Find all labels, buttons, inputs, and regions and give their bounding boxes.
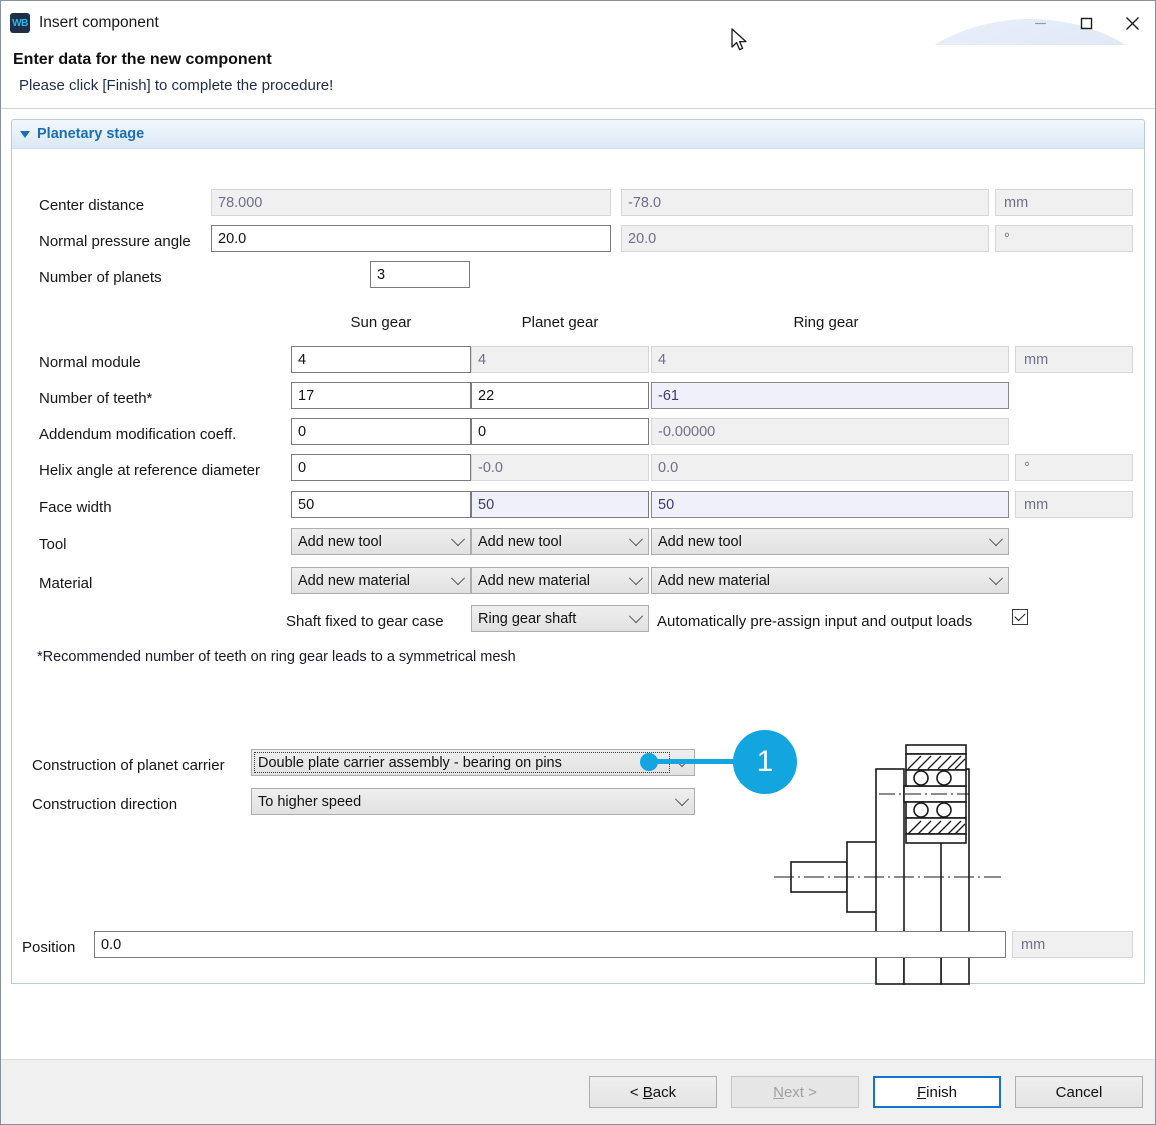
column-header-sun-gear: Sun gear	[291, 314, 471, 331]
normal-module-ring-input: 4	[651, 346, 1009, 373]
chevron-down-icon	[984, 537, 1008, 547]
finish-button-mnemonic: F	[917, 1084, 926, 1101]
page-subtitle: Please click [Finish] to complete the pr…	[19, 77, 1155, 94]
planetary-stage-panel: Planetary stage Center distance 78.000 -…	[11, 119, 1145, 984]
collapse-triangle-icon[interactable]	[20, 131, 30, 138]
row-label-addendum-modification: Addendum modification coeff.	[39, 426, 236, 443]
material-sun-value: Add new material	[298, 573, 446, 589]
center-distance-secondary: -78.0	[621, 189, 989, 216]
number-of-teeth-ring-input[interactable]: -61	[651, 382, 1009, 409]
face-width-planet-input[interactable]: 50	[471, 491, 649, 518]
material-planet-value: Add new material	[478, 573, 624, 589]
next-button: Next >	[731, 1076, 859, 1108]
chevron-down-icon	[446, 576, 470, 586]
tool-ring-value: Add new tool	[658, 534, 984, 550]
addendum-mod-ring-input: -0.00000	[651, 418, 1009, 445]
planetary-stage-header[interactable]: Planetary stage	[12, 120, 1144, 149]
construction-carrier-label: Construction of planet carrier	[32, 757, 225, 774]
finish-button[interactable]: Finish	[873, 1076, 1001, 1108]
close-icon[interactable]	[1109, 1, 1155, 45]
helix-angle-sun-input[interactable]: 0	[291, 454, 471, 481]
addendum-mod-planet-input[interactable]: 0	[471, 418, 649, 445]
row-label-normal-module: Normal module	[39, 354, 141, 371]
tool-sun-dropdown[interactable]: Add new tool	[291, 528, 471, 555]
normal-pressure-angle-secondary: 20.0	[621, 225, 989, 252]
position-label: Position	[22, 939, 75, 956]
number-of-teeth-sun-input[interactable]: 17	[291, 382, 471, 409]
column-header-ring-gear: Ring gear	[651, 314, 1001, 331]
construction-direction-dropdown[interactable]: To higher speed	[251, 788, 695, 815]
wizard-header: Enter data for the new component Please …	[1, 45, 1155, 109]
position-input[interactable]: 0.0	[94, 931, 1006, 958]
normal-pressure-angle-label: Normal pressure angle	[39, 233, 191, 250]
construction-carrier-dropdown[interactable]: Double plate carrier assembly - bearing …	[251, 749, 695, 776]
planetary-stage-body: Center distance 78.000 -78.0 mm Normal p…	[12, 149, 1144, 985]
shaft-fixed-dropdown[interactable]: Ring gear shaft	[471, 605, 649, 632]
chevron-down-icon	[624, 576, 648, 586]
row-label-tool: Tool	[39, 536, 67, 553]
material-ring-dropdown[interactable]: Add new material	[651, 567, 1009, 594]
number-of-planets-label: Number of planets	[39, 269, 162, 286]
back-button[interactable]: < Back	[589, 1076, 717, 1108]
construction-direction-value: To higher speed	[258, 794, 670, 810]
column-header-planet-gear: Planet gear	[471, 314, 649, 331]
title-bar: WB Insert component	[1, 1, 1155, 45]
chevron-down-icon	[624, 614, 648, 624]
tool-planet-dropdown[interactable]: Add new tool	[471, 528, 649, 555]
preassign-loads-checkbox[interactable]	[1012, 609, 1028, 625]
maximize-icon[interactable]	[1063, 1, 1109, 45]
center-distance-label: Center distance	[39, 197, 144, 214]
cancel-button[interactable]: Cancel	[1015, 1076, 1143, 1108]
construction-carrier-value: Double plate carrier assembly - bearing …	[258, 755, 670, 771]
center-distance-input[interactable]: 78.000	[211, 189, 611, 216]
app-logo-icon: WB	[10, 13, 30, 33]
minimize-icon[interactable]	[1017, 1, 1063, 45]
chevron-down-icon	[624, 537, 648, 547]
shaft-fixed-value: Ring gear shaft	[478, 611, 624, 627]
page-title: Enter data for the new component	[13, 51, 1155, 69]
number-of-teeth-planet-input[interactable]: 22	[471, 382, 649, 409]
row-label-number-of-teeth: Number of teeth*	[39, 390, 152, 407]
tool-sun-value: Add new tool	[298, 534, 446, 550]
dialog-body: Planetary stage Center distance 78.000 -…	[1, 109, 1155, 1059]
normal-module-unit: mm	[1015, 346, 1133, 373]
row-label-material: Material	[39, 575, 92, 592]
normal-pressure-angle-input[interactable]: 20.0	[211, 225, 611, 252]
face-width-unit: mm	[1015, 491, 1133, 518]
tool-planet-value: Add new tool	[478, 534, 624, 550]
normal-module-planet-input: 4	[471, 346, 649, 373]
normal-pressure-angle-unit: °	[995, 225, 1133, 252]
position-unit: mm	[1012, 931, 1133, 958]
tool-ring-dropdown[interactable]: Add new tool	[651, 528, 1009, 555]
row-label-helix-angle: Helix angle at reference diameter	[39, 462, 260, 479]
helix-angle-unit: °	[1015, 454, 1133, 481]
teeth-footnote: *Recommended number of teeth on ring gea…	[37, 649, 516, 665]
back-button-mnemonic: B	[643, 1084, 653, 1101]
normal-module-sun-input[interactable]: 4	[291, 346, 471, 373]
insert-component-dialog: WB Insert component Enter data for the n…	[0, 0, 1156, 1125]
window-title: Insert component	[39, 14, 159, 32]
face-width-ring-input[interactable]: 50	[651, 491, 1009, 518]
construction-direction-label: Construction direction	[32, 796, 177, 813]
row-label-face-width: Face width	[39, 499, 112, 516]
material-planet-dropdown[interactable]: Add new material	[471, 567, 649, 594]
dialog-footer: < Back Next > Finish Cancel	[1, 1059, 1155, 1124]
preassign-loads-label[interactable]: Automatically pre-assign input and outpu…	[657, 613, 972, 630]
face-width-sun-input[interactable]: 50	[291, 491, 471, 518]
center-distance-unit: mm	[995, 189, 1133, 216]
helix-angle-ring-input: 0.0	[651, 454, 1009, 481]
shaft-fixed-label: Shaft fixed to gear case	[286, 613, 444, 630]
panel-title: Planetary stage	[37, 126, 144, 142]
material-sun-dropdown[interactable]: Add new material	[291, 567, 471, 594]
chevron-down-icon	[984, 576, 1008, 586]
window-controls	[1017, 1, 1155, 45]
addendum-mod-sun-input[interactable]: 0	[291, 418, 471, 445]
check-icon	[1014, 610, 1025, 621]
next-button-mnemonic: N	[773, 1084, 784, 1101]
chevron-down-icon	[446, 537, 470, 547]
chevron-down-icon	[670, 797, 694, 807]
helix-angle-planet-input: -0.0	[471, 454, 649, 481]
number-of-planets-input[interactable]: 3	[370, 261, 470, 288]
material-ring-value: Add new material	[658, 573, 984, 589]
